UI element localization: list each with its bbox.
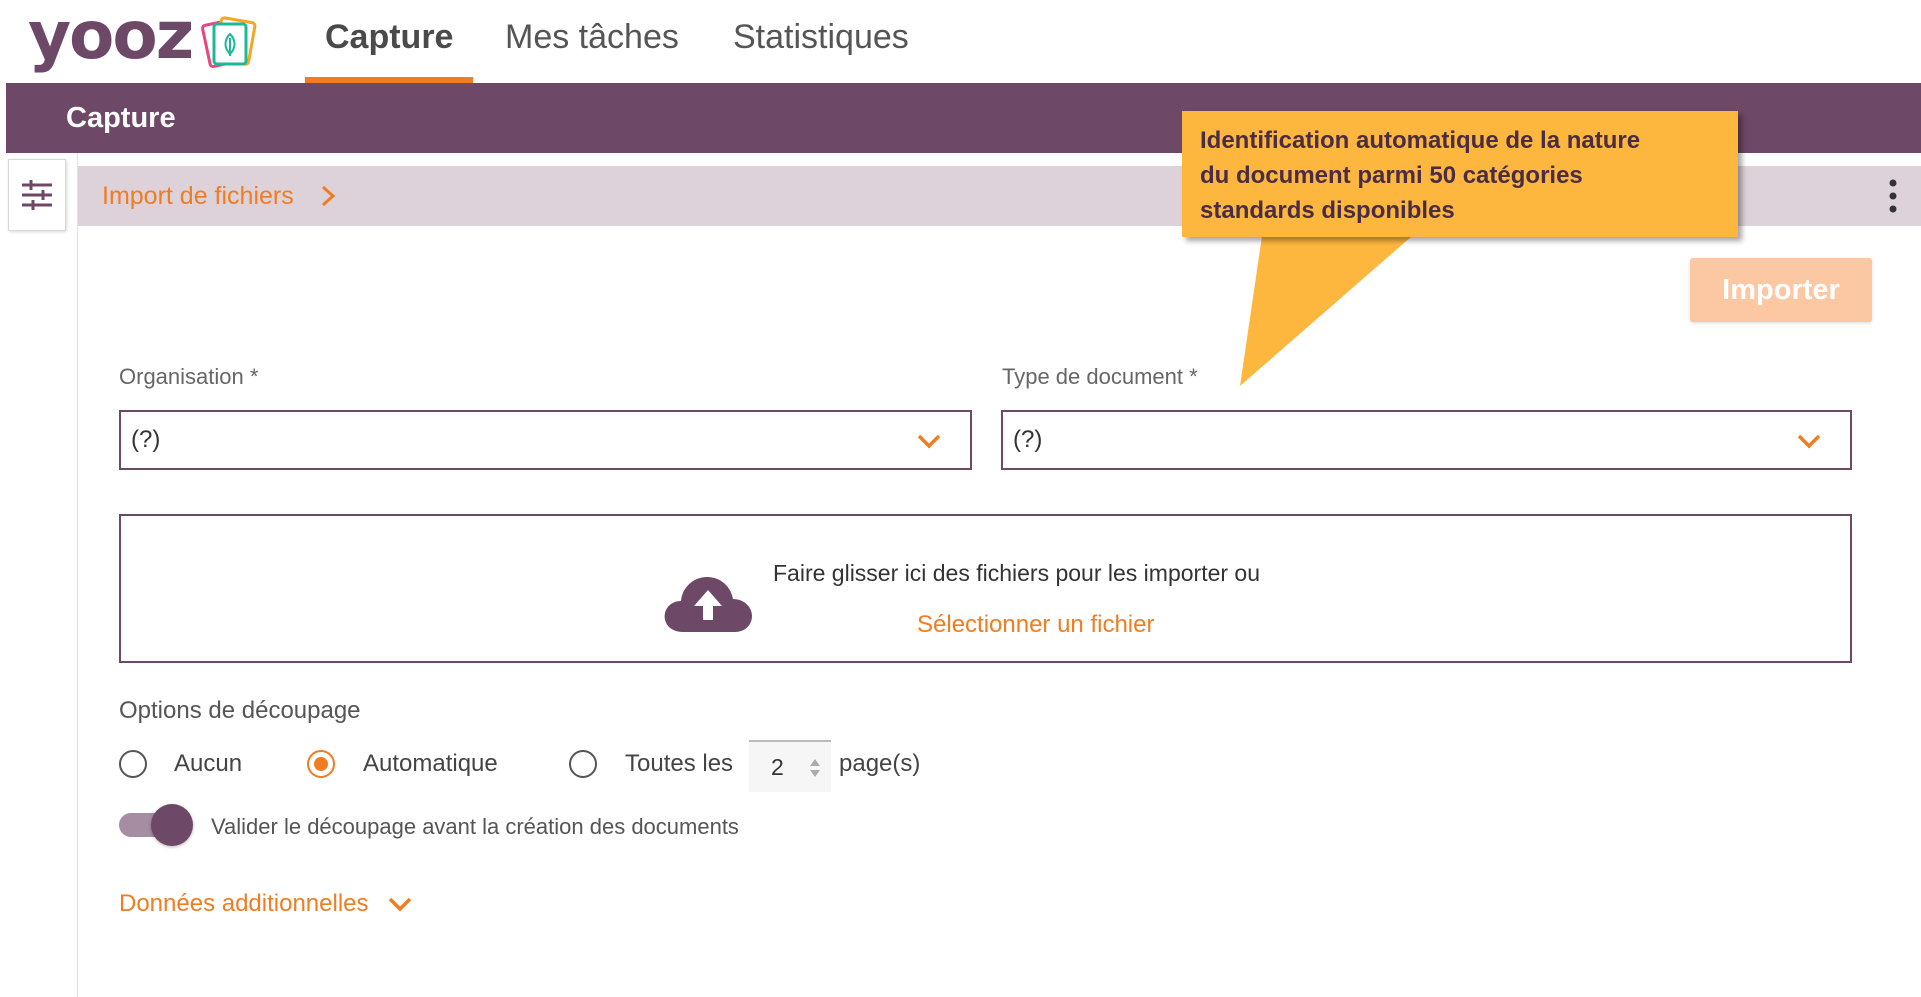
radio-aucun[interactable]	[119, 750, 147, 778]
organisation-value: (?)	[131, 426, 161, 453]
stepper-arrows-icon[interactable]	[809, 756, 821, 780]
organisation-label: Organisation *	[119, 364, 259, 389]
pages-suffix-label: page(s)	[839, 750, 921, 777]
filter-button[interactable]	[8, 159, 66, 231]
document-type-value: (?)	[1013, 426, 1043, 453]
radio-aucun-label[interactable]: Aucun	[174, 750, 242, 778]
pages-stepper[interactable]: 2	[749, 740, 831, 792]
select-file-link[interactable]: Sélectionner un fichier	[917, 611, 1154, 639]
tab-statistiques[interactable]: Statistiques	[733, 0, 909, 83]
logo-cards-icon	[201, 16, 257, 69]
document-type-select[interactable]: (?)	[1001, 410, 1852, 470]
breadcrumb-label: Import de fichiers	[102, 182, 294, 210]
chevron-down-icon	[388, 897, 411, 912]
yooz-logo[interactable]: yooz	[28, 0, 264, 80]
dropzone-text: Faire glisser ici des fichiers pour les …	[773, 560, 1261, 586]
radio-toutes-les[interactable]	[569, 750, 597, 778]
top-navigation: yooz Capture Mes tâches Statistiques	[0, 0, 1921, 83]
callout-text: Identification automatique de la nature …	[1200, 127, 1641, 224]
radio-automatique-label[interactable]: Automatique	[363, 750, 498, 778]
left-sidebar	[6, 153, 78, 997]
breadcrumb-import-link[interactable]: Import de fichiers	[102, 166, 336, 226]
importer-button[interactable]: Importer	[1690, 258, 1872, 322]
chevron-down-icon	[917, 434, 941, 449]
toggle-knob	[151, 804, 193, 846]
tab-mes-taches[interactable]: Mes tâches	[505, 0, 679, 83]
organisation-select[interactable]: (?)	[119, 410, 972, 470]
additional-data-label: Données additionnelles	[119, 890, 369, 917]
feature-callout: Identification automatique de la nature …	[1182, 111, 1738, 237]
document-type-label: Type de document *	[1002, 364, 1198, 389]
cloud-upload-icon	[664, 577, 752, 632]
chevron-down-icon	[1797, 434, 1821, 449]
radio-automatique[interactable]	[307, 750, 335, 778]
additional-data-toggle[interactable]: Données additionnelles	[119, 890, 413, 918]
logo-text: yooz	[28, 0, 194, 74]
more-vertical-icon[interactable]	[1883, 178, 1903, 214]
page-title: Capture	[66, 102, 176, 134]
chevron-right-icon	[321, 185, 335, 207]
split-options-title: Options de découpage	[119, 697, 361, 724]
tab-capture[interactable]: Capture	[304, 0, 475, 83]
validate-split-label: Valider le découpage avant la création d…	[211, 814, 739, 839]
validate-split-toggle[interactable]	[119, 804, 193, 846]
pages-stepper-value: 2	[771, 753, 784, 780]
split-options-group: Aucun Automatique Toutes les 2 page(s)	[119, 740, 1019, 792]
file-dropzone[interactable]: Faire glisser ici des fichiers pour les …	[119, 514, 1852, 663]
sliders-icon	[22, 180, 52, 210]
radio-toutes-les-label[interactable]: Toutes les	[625, 750, 733, 778]
